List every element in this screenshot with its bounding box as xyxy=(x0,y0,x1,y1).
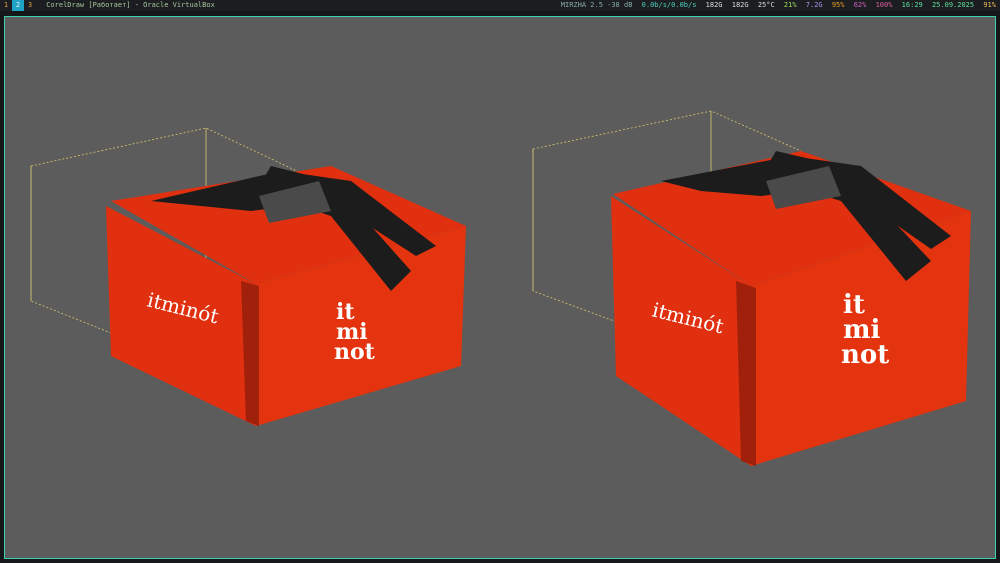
mic-level: 100% xyxy=(875,1,893,9)
brightness: 95% xyxy=(831,1,845,9)
workspace-3[interactable]: 3 xyxy=(24,0,36,11)
svg-text:not: not xyxy=(841,340,889,370)
window-title: CorelDraw [Работает] - Oracle VirtualBox xyxy=(46,1,215,9)
artwork: itminót it mi not itminót it mi not xyxy=(30,110,971,466)
volume: 62% xyxy=(853,1,867,9)
date: 25.09.2025 xyxy=(931,1,975,9)
workspace-1[interactable]: 1 xyxy=(0,0,12,11)
corel-canvas[interactable]: itminót it mi not itminót it mi not xyxy=(4,16,996,559)
workspace-2[interactable]: 2 xyxy=(12,0,24,11)
battery: 91% xyxy=(983,1,996,9)
home-disk: 182G xyxy=(705,1,723,9)
network-speed: 0.0b/s/0.0b/s xyxy=(641,1,697,9)
memory-usage: 7.2G xyxy=(805,1,823,9)
svg-text:not: not xyxy=(334,339,376,365)
bag-left[interactable]: itminót it mi not xyxy=(30,127,466,426)
clock-time: 16:29 xyxy=(901,1,923,9)
taskbar: 123 CorelDraw [Работает] - Oracle Virtua… xyxy=(0,0,1000,11)
status-area: MIRZHA 2.5 -38 dB 0.0b/s/0.0b/s 182G 182… xyxy=(556,0,996,11)
temperature: 25°C xyxy=(757,1,775,9)
bag-right[interactable]: itminót it mi not xyxy=(532,110,971,466)
wifi-status: MIRZHA 2.5 -38 dB xyxy=(560,1,633,9)
cpu-usage: 21% xyxy=(783,1,797,9)
disk-usage: 182G xyxy=(731,1,749,9)
